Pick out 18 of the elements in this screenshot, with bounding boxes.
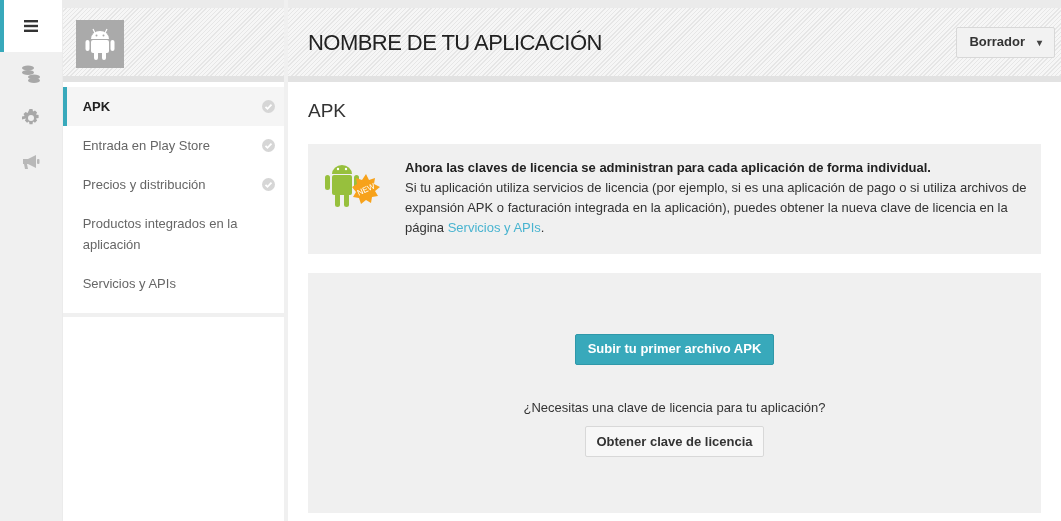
megaphone-icon [21,154,40,170]
nav-item[interactable]: Entrada en Play Store [62,126,285,165]
nav-item[interactable]: Productos integrados en la aplicación [62,204,285,264]
settings-icon [21,109,40,127]
menu-icon [23,20,38,32]
section-title: APK [308,99,348,123]
rail-item[interactable] [0,0,62,52]
coins-icon [20,65,41,83]
app-title: NOMBRE DE TU APLICACIÓN [308,28,602,57]
license-key-button[interactable]: Obtener clave de licencia [585,426,764,457]
nav-item[interactable]: Precios y distribución [62,165,285,204]
notice-text: Si tu aplicación utiliza servicios de licencia (por ejemplo, si es una aplicación de pago o si utiliza archivos de expansión APK o facturación integrada en la aplicación), puedes obtener la nueva clave de licencia en la página Servicios y APIs. [405,178,1028,237]
nav-item[interactable]: Servicios y APIs [62,264,285,303]
question-text: ¿Necesitas una clave de licencia para tu aplicación? [523,398,826,417]
status-dropdown[interactable]: Borrador ▾ [956,26,1055,58]
notice-heading: Ahora las claves de licencia se administran para cada aplicación de forma individual. [405,158,932,177]
nav-item[interactable]: APK [62,87,285,126]
app-icon [75,20,124,68]
